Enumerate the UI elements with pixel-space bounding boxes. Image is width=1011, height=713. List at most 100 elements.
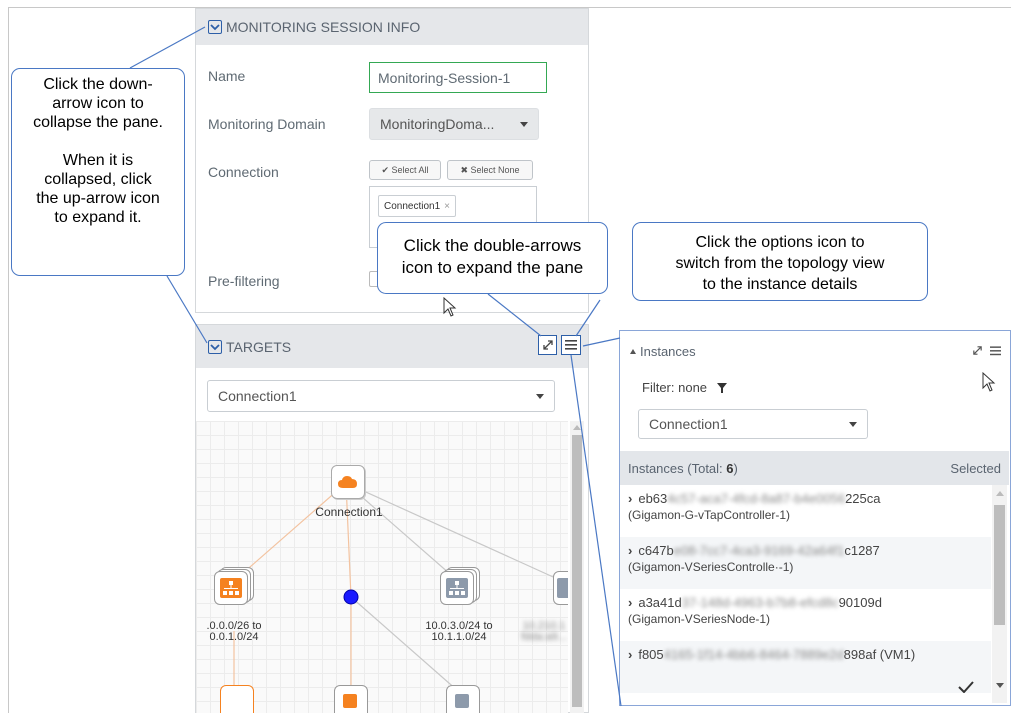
topology-canvas[interactable]: Connection1 .0.0.0/26 to 0.0.1.0/24 10.0…: [196, 421, 568, 713]
collapse-callout-line: When it is: [62, 152, 134, 169]
targets-title: TARGETS: [226, 338, 292, 355]
filter-funnel-icon[interactable]: [717, 382, 728, 393]
prefiltering-label: Pre-filtering: [208, 273, 280, 289]
scroll-down-arrow[interactable]: [996, 683, 1004, 688]
subnet-mid-line2: 10.1.1.0/24: [431, 631, 487, 643]
subnet-node-left[interactable]: [214, 567, 254, 611]
filter-text: Filter: none: [642, 380, 708, 395]
list-item[interactable]: › eb634c57-aca7-4fcd-8a87-b4e0056225ca (G…: [620, 485, 991, 537]
chevron-down-icon: [520, 122, 528, 127]
select-none-button[interactable]: ✖ Select None: [447, 160, 533, 180]
connection-tag-label: Connection1: [384, 200, 441, 212]
chevron-right-icon[interactable]: ›: [628, 491, 632, 506]
chevron-right-icon[interactable]: ›: [628, 595, 632, 610]
collapse-callout-gap: [12, 132, 184, 151]
instance-id-end: 225ca: [845, 491, 881, 506]
instance-name: (Gigamon-G-vTapController-1): [628, 508, 791, 522]
topology-edges: [233, 482, 563, 713]
chevron-down-icon: [536, 394, 544, 399]
instance-id-mid: 4165-1f14-4bb6-8464-7889e2d: [663, 647, 844, 662]
domain-label: Monitoring Domain: [208, 116, 326, 132]
collapse-callout-line: collapsed, click: [44, 171, 152, 188]
frame-left-line: [8, 7, 9, 713]
cloud-node-label: Connection1: [315, 505, 383, 519]
collapse-callout-line: the up-arrow icon: [36, 190, 160, 207]
subnet-right-line2: fdda:a9...: [521, 631, 567, 643]
expand-callout: Click the double-arrows icon to expand t…: [377, 222, 608, 294]
collapse-callout-line: collapse the pane.: [33, 114, 163, 131]
instance-name: (Gigamon-VSeriesNode-1): [628, 612, 771, 626]
checkbox-collapse-icon[interactable]: [208, 20, 222, 34]
chevron-right-icon[interactable]: ›: [628, 543, 632, 558]
bottom-node-right[interactable]: [446, 685, 480, 713]
targets-connection-select[interactable]: Connection1: [207, 380, 555, 412]
targets-scrollbar[interactable]: [570, 421, 584, 713]
options-callout: Click the options icon to switch from th…: [632, 222, 928, 301]
scroll-up-arrow[interactable]: [573, 425, 581, 430]
options-menu-icon[interactable]: [990, 346, 1001, 356]
list-item[interactable]: › c647be08-7cc7-4ca3-9169-42a64f1c1287 (G…: [620, 537, 991, 589]
select-all-button[interactable]: ✔ Select All: [369, 160, 441, 180]
instances-table-header: Instances (Total: 6) Selected: [620, 451, 1009, 485]
scroll-up-arrow[interactable]: [996, 491, 1004, 496]
expand-arrows-icon: [542, 340, 553, 350]
domain-select-value: MonitoringDoma...: [380, 116, 495, 132]
expand-arrows-button[interactable]: [538, 335, 557, 355]
subnet-node-mid[interactable]: [440, 567, 480, 611]
cloud-icon: [338, 476, 357, 488]
chevron-down-icon: [849, 422, 857, 427]
instances-title: Instances: [640, 343, 696, 359]
subnet-node-mid-label: 10.0.3.0/24 to 10.1.1.0/24: [414, 621, 504, 643]
cursor-arrow-icon: [982, 372, 996, 392]
instance-id: › f8054165-1f14-4bb6-8464-7889e2d898af (V…: [628, 647, 991, 662]
expand-callout-line: icon to expand the pane: [401, 258, 584, 277]
expand-arrows-icon[interactable]: [972, 345, 983, 356]
selected-column-label: Selected: [950, 460, 1001, 476]
connection-label: Connection: [208, 164, 279, 180]
instance-id-mid: 37-148d-4963-b7b8-efcd8c: [681, 595, 839, 610]
caret-up-icon[interactable]: [630, 348, 636, 354]
instance-id-start: eb63: [638, 491, 668, 506]
collapse-callout-line: Click the down-: [43, 76, 153, 93]
scrollbar-thumb[interactable]: [994, 505, 1005, 625]
bottom-node-left[interactable]: [220, 685, 254, 713]
subnet-node-right[interactable]: [553, 571, 568, 605]
instance-id: › eb634c57-aca7-4fcd-8a87-b4e0056225ca: [628, 491, 991, 506]
targets-header: TARGETS: [196, 325, 588, 368]
checkbox-collapse-icon[interactable]: [208, 339, 222, 354]
instances-scrollbar[interactable]: [992, 485, 1007, 703]
instances-select-value: Connection1: [649, 416, 728, 432]
scrollbar-thumb[interactable]: [572, 435, 582, 707]
cloud-node[interactable]: [331, 465, 365, 499]
filter-row[interactable]: Filter: none: [642, 380, 728, 395]
domain-select[interactable]: MonitoringDoma...: [369, 108, 539, 140]
options-menu-button[interactable]: [561, 335, 581, 355]
collapse-callout: Click the down- arrow icon to collapse t…: [11, 68, 185, 276]
checkmark-icon: [958, 681, 974, 693]
instances-connection-select[interactable]: Connection1: [638, 409, 868, 439]
name-label: Name: [208, 68, 246, 84]
list-item[interactable]: › a3a41d37-148d-4963-b7b8-efcd8c90109d (G…: [620, 589, 991, 641]
list-item[interactable]: › f8054165-1f14-4bb6-8464-7889e2d898af (V…: [620, 641, 991, 693]
options-callout-line: switch from the topology view: [675, 255, 885, 272]
subnet-node-right-label: 10.210.1 fdda:a9...: [514, 621, 568, 643]
instances-header: Instances: [620, 331, 1009, 371]
targets-panel: TARGETS Connection1 Connection1 .0.0.0/2…: [195, 324, 589, 713]
collapse-callout-line: to expand it.: [54, 209, 142, 226]
instances-panel: Instances Filter: none Connection1 Insta…: [619, 330, 1011, 706]
instance-id-start: c647b: [638, 543, 674, 558]
close-icon[interactable]: ×: [444, 201, 450, 212]
topology-node-dot[interactable]: [343, 589, 359, 605]
instance-id-start: f805: [638, 647, 664, 662]
options-callout-line: Click the options icon to: [695, 234, 865, 251]
expand-callout-line: Click the double-arrows: [403, 236, 582, 255]
name-input[interactable]: Monitoring-Session-1: [369, 62, 547, 93]
total-close: ): [733, 460, 738, 476]
instance-id-mid: 4c57-aca7-4fcd-8a87-b4e0056: [667, 491, 846, 506]
instance-id: › a3a41d37-148d-4963-b7b8-efcd8c90109d: [628, 595, 991, 610]
chevron-right-icon[interactable]: ›: [628, 647, 632, 662]
instance-id-end: 898af (VM1): [843, 647, 916, 662]
bottom-node-mid[interactable]: [334, 685, 368, 713]
instance-name: (Gigamon-VSeriesControlle·-1): [628, 560, 794, 574]
connection-tag[interactable]: Connection1 ×: [378, 195, 456, 217]
